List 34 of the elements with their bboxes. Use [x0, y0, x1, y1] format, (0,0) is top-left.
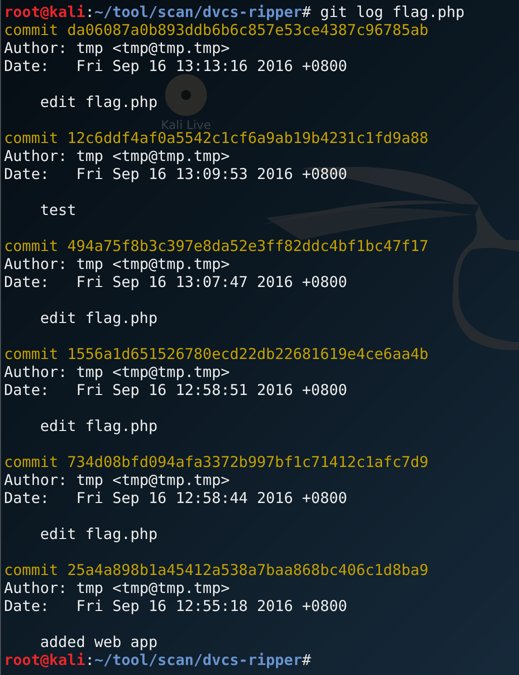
commit-hash-line: commit 734d08bfd094afa3372b997bf1c71412c1afc7d9: [4, 453, 428, 471]
author-line: Author: tmp <tmp@tmp.tmp>: [4, 579, 230, 597]
date-line: Date: Fri Sep 16 12:55:18 2016 +0800: [4, 597, 348, 615]
commit-message: edit flag.php: [40, 417, 158, 435]
prompt-symbol: #: [302, 651, 312, 669]
author-line: Author: tmp <tmp@tmp.tmp>: [4, 147, 230, 165]
prompt-user-host: root@kali: [4, 3, 86, 21]
author-line: Author: tmp <tmp@tmp.tmp>: [4, 255, 230, 273]
commit-message: edit flag.php: [40, 93, 158, 111]
disc-icon[interactable]: [164, 73, 208, 117]
commit-hash-line: commit 12c6ddf4af0a5542c1cf6a9ab19b4231c1fd9a88: [4, 129, 428, 147]
prompt-path: ~/tool/scan/dvcs-ripper: [94, 3, 302, 21]
commit-message: added web app: [40, 633, 158, 651]
commit-message: edit flag.php: [40, 525, 158, 543]
commit-message: test: [40, 201, 76, 219]
author-line: Author: tmp <tmp@tmp.tmp>: [4, 363, 230, 381]
date-line: Date: Fri Sep 16 12:58:51 2016 +0800: [4, 381, 348, 399]
commit-hash-line: commit 25a4a898b1a45412a538a7baa868bc406c1d8ba9: [4, 561, 428, 579]
commit-hash-line: commit 1556a1d651526780ecd22db22681619e4ce6aa4b: [4, 345, 428, 363]
commit-message: edit flag.php: [40, 309, 158, 327]
date-line: Date: Fri Sep 16 13:13:16 2016 +0800: [4, 57, 348, 75]
commit-hash-line: commit da06087a0b893ddb6b6c857e53ce4387c96785ab: [4, 21, 428, 39]
prompt-separator: :: [85, 651, 94, 669]
commit-hash-line: commit 494a75f8b3c397e8da52e3ff82ddc4bf1bc47f17: [4, 237, 428, 255]
prompt-path: ~/tool/scan/dvcs-ripper: [94, 651, 302, 669]
prompt-separator: :: [85, 3, 94, 21]
date-line: Date: Fri Sep 16 12:58:44 2016 +0800: [4, 489, 348, 507]
prompt-user-host: root@kali: [4, 651, 86, 669]
prompt-symbol: #: [302, 3, 312, 21]
command-text: git log flag.php: [320, 3, 465, 21]
date-line: Date: Fri Sep 16 13:09:53 2016 +0800: [4, 165, 348, 183]
date-line: Date: Fri Sep 16 13:07:47 2016 +0800: [4, 273, 348, 291]
author-line: Author: tmp <tmp@tmp.tmp>: [4, 471, 230, 489]
author-line: Author: tmp <tmp@tmp.tmp>: [4, 39, 230, 57]
